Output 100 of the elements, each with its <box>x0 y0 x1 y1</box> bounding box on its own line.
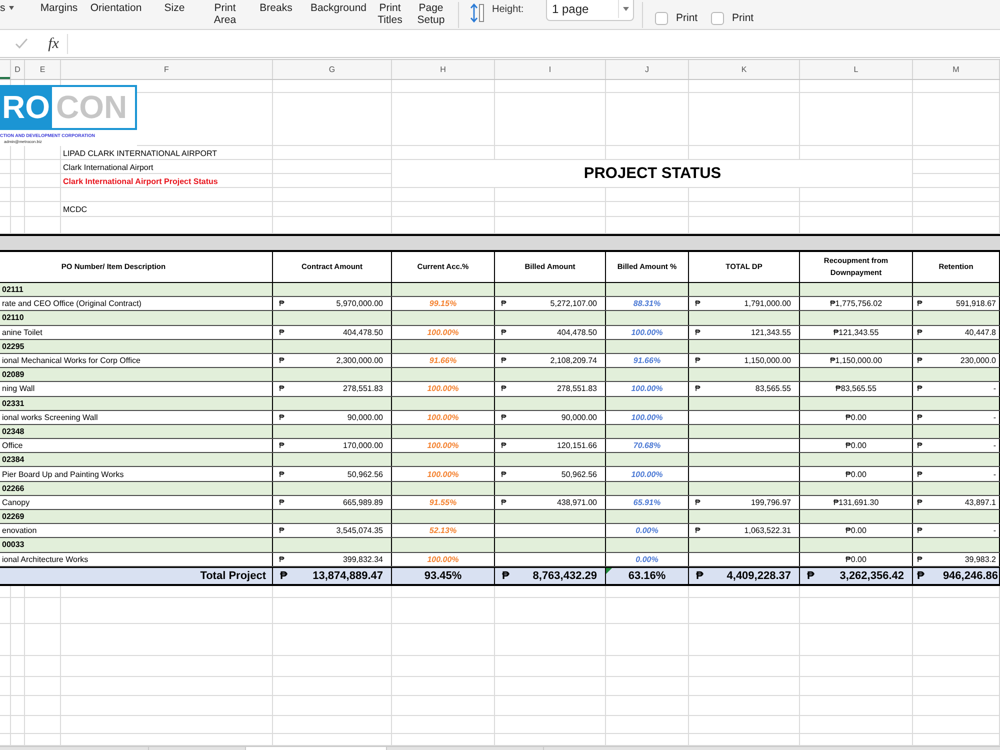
column-header[interactable]: F <box>61 60 273 79</box>
currency-sign: ₱ <box>279 526 284 536</box>
column-header[interactable]: I <box>495 60 606 79</box>
currency-sign: ₱ <box>501 384 506 394</box>
caret-icon <box>623 7 629 11</box>
percent-value: 0.00% <box>636 554 658 564</box>
po-number: 00033 <box>2 540 24 550</box>
ribbon-button[interactable]: Page Setup <box>410 0 452 26</box>
po-number: 02348 <box>2 426 24 436</box>
item-description: ning Wall <box>2 384 35 394</box>
logo-text: CON <box>55 88 128 127</box>
currency-sign: ₱ <box>501 328 506 337</box>
percent-value: 100.00% <box>631 328 663 337</box>
ribbon-button[interactable]: Margins <box>30 0 88 14</box>
percent-value: 93.45% <box>424 570 462 582</box>
amount-value: - <box>993 412 996 422</box>
amount-value: 90,000.00 <box>561 412 597 422</box>
po-number: 02111 <box>2 285 24 294</box>
height-label: Height: <box>492 3 525 16</box>
item-description: rate and CEO Office (Original Contract) <box>2 299 142 308</box>
percent-value: 52.13% <box>429 526 457 536</box>
amount-value: 946,246.86 <box>942 570 998 582</box>
currency-sign: ₱ <box>501 498 506 507</box>
percent-value: 100.00% <box>631 412 663 422</box>
amount-value: 5,970,000.00 <box>336 299 383 308</box>
ribbon-button[interactable]: s <box>0 0 30 14</box>
column-header[interactable]: G <box>273 60 392 79</box>
amount-value: 170,000.00 <box>342 441 383 450</box>
percent-value: 91.66% <box>633 356 661 366</box>
column-header[interactable]: E <box>25 60 61 79</box>
item-description: Office <box>2 441 23 450</box>
currency-sign: ₱ <box>917 554 922 564</box>
currency-sign: ₱ <box>279 412 284 422</box>
currency-sign: ₱ <box>695 299 700 308</box>
checkbox[interactable] <box>711 12 724 25</box>
percent-value: 91.55% <box>429 498 457 507</box>
percent-value: 63.16% <box>628 570 666 582</box>
currency-sign: ₱ <box>279 470 284 479</box>
amount-value: 2,300,000.00 <box>336 356 383 366</box>
currency-sign: ₱ <box>279 384 284 394</box>
currency-sign: ₱ <box>917 328 922 337</box>
column-header[interactable]: J <box>606 60 689 79</box>
po-number: 02384 <box>2 455 24 464</box>
checkbox-label: Print <box>732 11 755 25</box>
amount-value: 3,545,074.35 <box>336 526 383 536</box>
sheet-tab[interactable] <box>246 746 387 750</box>
po-number: 02266 <box>2 484 24 493</box>
function-button[interactable]: fx <box>46 36 61 52</box>
currency-sign: ₱ <box>280 570 288 582</box>
currency-sign: ₱ <box>695 384 700 394</box>
amount-value: ₱131,691.30 <box>833 498 879 507</box>
currency-sign: ₱ <box>279 498 284 507</box>
percent-value: 88.31% <box>633 299 661 308</box>
ribbon-button[interactable]: Print Titles <box>370 0 410 26</box>
caret-icon <box>9 6 14 10</box>
amount-value: 40,447.8 <box>964 328 996 337</box>
amount-value: 4,409,228.37 <box>726 570 791 582</box>
amount-value: - <box>993 384 996 394</box>
vertical-resize-icon[interactable] <box>470 2 484 24</box>
ribbon-button[interactable]: Orientation <box>88 0 144 14</box>
amount-value: 399,832.34 <box>342 554 383 564</box>
column-header[interactable]: K <box>689 60 800 79</box>
percent-value: 100.00% <box>631 384 663 394</box>
column-header[interactable]: L <box>800 60 913 79</box>
po-number: 02089 <box>2 370 24 380</box>
currency-sign: ₱ <box>279 356 284 366</box>
percent-value: 91.66% <box>429 356 457 366</box>
item-description: enovation <box>2 526 37 536</box>
ribbon-button[interactable]: Background <box>307 0 370 14</box>
checkbox-label: Print <box>676 11 699 25</box>
currency-sign: ₱ <box>695 356 700 366</box>
ribbon-button[interactable]: Size <box>144 0 205 14</box>
checkmark-icon[interactable] <box>15 38 28 49</box>
height-dropdown[interactable]: 1 page <box>546 0 634 21</box>
item-description: ional Mechanical Works for Corp Office <box>2 356 140 366</box>
amount-value: - <box>993 441 996 450</box>
logo-text: RO <box>2 87 52 128</box>
currency-sign: ₱ <box>279 441 284 450</box>
info-text: MCDC <box>63 205 87 214</box>
percent-value: 100.00% <box>427 554 459 564</box>
checkbox[interactable] <box>655 12 668 25</box>
amount-value: ₱0.00 <box>846 441 866 450</box>
currency-sign: ₱ <box>917 384 922 394</box>
column-header[interactable] <box>0 60 11 79</box>
column-header[interactable]: M <box>913 60 1000 79</box>
info-text: LIPAD CLARK INTERNATIONAL AIRPORT <box>63 148 217 158</box>
column-header[interactable]: H <box>392 60 495 79</box>
ribbon-button[interactable]: Print Area <box>205 0 245 26</box>
amount-value: 438,971.00 <box>556 498 597 507</box>
amount-value: 1,150,000.00 <box>744 356 791 366</box>
ribbon-button[interactable]: Breaks <box>245 0 307 14</box>
percent-value: 65.91% <box>633 498 661 507</box>
currency-sign: ₱ <box>917 412 922 422</box>
amount-value: ₱0.00 <box>846 412 866 422</box>
amount-value: 278,551.83 <box>556 384 597 394</box>
column-header[interactable]: D <box>11 60 25 79</box>
info-text: Clark International Airport <box>63 162 154 172</box>
amount-value: 8,763,432.29 <box>532 570 597 582</box>
amount-value: ₱1,150,000.00 <box>830 356 882 366</box>
currency-sign: ₱ <box>917 356 922 366</box>
